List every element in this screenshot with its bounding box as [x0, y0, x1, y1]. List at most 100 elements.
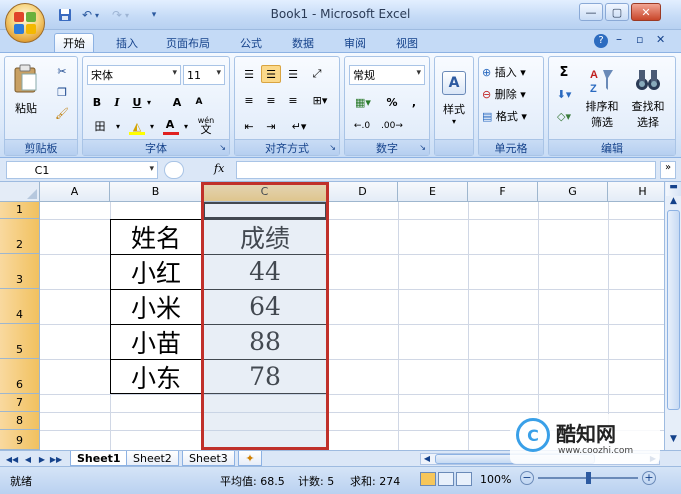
currency-icon[interactable]: ▦▾	[349, 93, 377, 111]
zoom-in-icon[interactable]: +	[642, 471, 656, 485]
font-dialog-launcher-icon[interactable]: ↘	[219, 143, 226, 152]
align-center-icon[interactable]: ≡	[261, 91, 281, 109]
row-header-4[interactable]: 4	[0, 289, 40, 324]
styles-button[interactable]: A 样式 ▾	[437, 61, 471, 135]
grow-font-button[interactable]: A	[167, 93, 187, 111]
fill-icon[interactable]: ⬇▾	[551, 85, 577, 103]
delete-cells-button[interactable]: ⊖ 删除 ▾	[481, 85, 541, 103]
find-select-button[interactable]: 查找和 选择	[625, 61, 671, 135]
minimize-button[interactable]: —	[579, 3, 603, 21]
fill-dropdown-icon[interactable]: ▾	[147, 117, 157, 135]
scroll-left-icon[interactable]: ◀	[421, 454, 433, 464]
split-box-icon[interactable]: ▬	[666, 182, 681, 196]
vertical-scrollbar[interactable]: ▬ ▲ ▼	[664, 182, 681, 450]
column-header-d[interactable]: D	[328, 182, 398, 202]
cell-b6[interactable]: 小东	[110, 359, 202, 394]
scroll-up-icon[interactable]: ▲	[666, 196, 681, 210]
expand-formula-bar-icon[interactable]: »	[660, 161, 676, 179]
cell-b4[interactable]: 小米	[110, 289, 202, 324]
italic-button[interactable]: I	[109, 93, 125, 111]
close-button[interactable]: ✕	[631, 3, 661, 21]
decrease-indent-icon[interactable]: ⇤	[239, 117, 259, 135]
wrap-text-icon[interactable]: ↵▾	[285, 117, 313, 135]
formula-input[interactable]	[236, 161, 656, 179]
tab-insert[interactable]: 插入	[108, 33, 146, 52]
column-header-a[interactable]: A	[40, 182, 110, 202]
scroll-down-icon[interactable]: ▼	[666, 434, 681, 448]
row-header-8[interactable]: 8	[0, 412, 40, 430]
tab-review[interactable]: 审阅	[336, 33, 374, 52]
sheet-tab-1[interactable]: Sheet1	[70, 451, 128, 466]
align-left-icon[interactable]: ≡	[239, 91, 259, 109]
format-painter-icon[interactable]: 🖌	[53, 105, 71, 121]
office-button[interactable]	[5, 3, 45, 43]
row-header-2[interactable]: 2	[0, 219, 40, 254]
page-layout-view-icon[interactable]	[438, 472, 454, 486]
column-header-f[interactable]: F	[468, 182, 538, 202]
insert-sheet-icon[interactable]: ✦	[238, 451, 262, 466]
last-sheet-icon[interactable]: ▶▶	[50, 453, 62, 465]
cut-icon[interactable]: ✂	[53, 63, 71, 79]
help-icon[interactable]: ?	[594, 34, 608, 48]
increase-decimal-icon[interactable]: ←.0	[349, 117, 375, 135]
borders-dropdown-icon[interactable]: ▾	[113, 117, 123, 135]
decrease-decimal-icon[interactable]: .00→	[379, 117, 405, 135]
percent-button[interactable]: %	[383, 93, 401, 111]
zoom-level[interactable]: 100%	[480, 473, 511, 486]
name-box[interactable]: C1	[6, 161, 158, 179]
page-break-view-icon[interactable]	[456, 472, 472, 486]
font-color-dropdown-icon[interactable]: ▾	[181, 117, 191, 135]
normal-view-icon[interactable]	[420, 472, 436, 486]
row-header-7[interactable]: 7	[0, 394, 40, 412]
vertical-scroll-thumb[interactable]	[667, 210, 680, 410]
insert-cells-button[interactable]: ⊕ 插入 ▾	[481, 63, 541, 81]
sheet-tab-3[interactable]: Sheet3	[182, 451, 235, 466]
row-header-6[interactable]: 6	[0, 359, 40, 394]
insert-function-button[interactable]: fx	[214, 162, 224, 175]
worksheet-grid[interactable]: A B C D E F G H 1 2 3 4 5 6 7 8 9 姓名 成绩 …	[0, 182, 664, 450]
underline-dropdown-icon[interactable]: ▾	[145, 93, 153, 111]
column-header-h[interactable]: H	[608, 182, 664, 202]
align-bottom-icon[interactable]: ☰	[283, 65, 303, 83]
font-color-icon[interactable]: A	[161, 115, 179, 133]
font-size-select[interactable]: 11	[183, 65, 225, 85]
sort-filter-button[interactable]: AZ 排序和 筛选	[579, 61, 625, 135]
autosum-button[interactable]: Σ	[551, 63, 577, 81]
paste-button[interactable]: 粘贴	[9, 61, 43, 119]
zoom-out-icon[interactable]: −	[520, 471, 534, 485]
maximize-button[interactable]: ▢	[605, 3, 629, 21]
alignment-dialog-launcher-icon[interactable]: ↘	[329, 143, 336, 152]
align-right-icon[interactable]: ≡	[283, 91, 303, 109]
select-all-button[interactable]	[0, 182, 40, 202]
phonetic-button[interactable]: wén 文	[195, 115, 217, 135]
cell-b2[interactable]: 姓名	[110, 219, 202, 254]
formula-bar-toggle-icon[interactable]	[164, 161, 184, 179]
next-sheet-icon[interactable]: ▶	[36, 453, 48, 465]
number-format-select[interactable]: 常规	[349, 65, 425, 85]
ribbon-close-icon[interactable]: ✕	[656, 33, 665, 46]
cell-b5[interactable]: 小苗	[110, 324, 202, 359]
orientation-icon[interactable]: ⤢	[307, 65, 327, 83]
column-header-e[interactable]: E	[398, 182, 468, 202]
copy-icon[interactable]: ❐	[53, 84, 71, 100]
number-dialog-launcher-icon[interactable]: ↘	[419, 143, 426, 152]
comma-button[interactable]: ,	[405, 93, 423, 111]
column-header-b[interactable]: B	[110, 182, 202, 202]
cell-b3[interactable]: 小红	[110, 254, 202, 289]
clear-icon[interactable]: ◇▾	[551, 107, 577, 125]
tab-view[interactable]: 视图	[388, 33, 426, 52]
prev-sheet-icon[interactable]: ◀	[22, 453, 34, 465]
shrink-font-button[interactable]: A	[189, 93, 209, 111]
ribbon-restore-icon[interactable]: ▫	[636, 33, 643, 46]
sheet-tab-2[interactable]: Sheet2	[126, 451, 179, 466]
align-top-icon[interactable]: ☰	[239, 65, 259, 83]
ribbon-minimize-icon[interactable]: –	[616, 32, 622, 46]
row-header-1[interactable]: 1	[0, 202, 40, 219]
row-header-5[interactable]: 5	[0, 324, 40, 359]
borders-icon[interactable]: 田	[89, 117, 111, 135]
merge-center-icon[interactable]: ⊞▾	[307, 91, 333, 109]
first-sheet-icon[interactable]: ◀◀	[6, 453, 18, 465]
format-cells-button[interactable]: ▤ 格式 ▾	[481, 107, 541, 125]
zoom-slider-thumb[interactable]	[586, 472, 591, 484]
increase-indent-icon[interactable]: ⇥	[261, 117, 281, 135]
